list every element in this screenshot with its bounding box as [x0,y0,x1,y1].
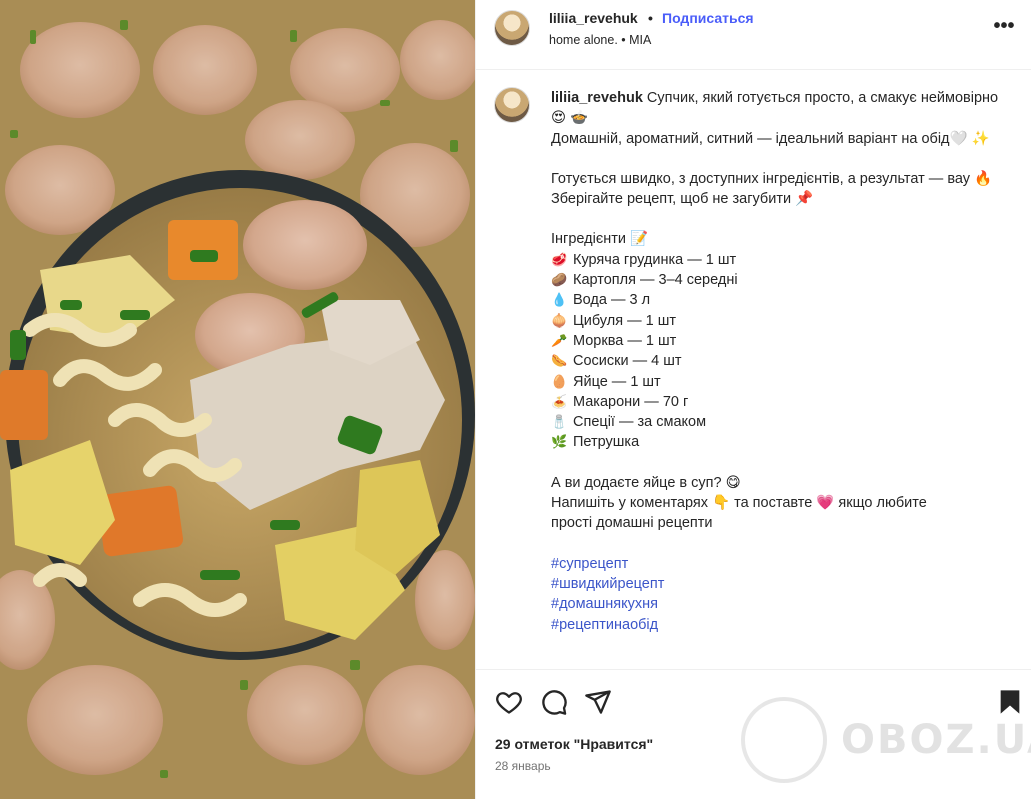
post-photo[interactable] [0,0,475,799]
post-header: liliia_revehuk • Подписаться home alone.… [476,0,1031,70]
ingredient-emoji-icon: 🥚 [551,373,568,389]
audio-info[interactable]: home alone. • MIA [549,33,651,47]
ingredient-emoji-icon: 🌭 [551,353,568,369]
caption-area: liliia_revehuk Супчик, який готується пр… [476,71,1031,669]
hashtag-link[interactable]: #домашнякухня [551,594,1011,614]
caption-cta-line1: Напишіть у коментарях 👇 та поставте 💗 як… [551,495,927,512]
header-separator: • [648,10,653,26]
ingredient-emoji-icon: 🥕 [551,332,568,348]
caption-intro-line2: Домашній, ароматний, ситний — ідеальний … [551,130,990,147]
caption-text: liliia_revehuk Супчик, який готується пр… [551,88,1011,635]
ingredient-item: 🌿 Петрушка [551,432,1011,452]
ingredient-emoji-icon: 🍝 [551,393,568,409]
watermark: OBOZ.UA [741,697,1031,787]
more-options-icon[interactable]: ••• [992,16,1016,40]
ingredient-text: Картопля — 3–4 середні [573,272,738,289]
ingredient-emoji-icon: 💧 [551,292,568,308]
heart-icon[interactable] [495,688,523,716]
caption-username[interactable]: liliia_revehuk [551,90,643,106]
ingredient-text: Макарони — 70 г [573,393,689,410]
hashtag-link[interactable]: #швидкийрецепт [551,574,1011,594]
ingredient-emoji-icon: 🧂 [551,414,568,430]
post-actions: OBOZ.UA 29 отметок "Нравится" 28 январь [476,669,1031,799]
ingredient-text: Вода — 3 л [573,292,651,309]
ingredient-item: 💧 Вода — 3 л [551,290,1011,310]
ingredients-title: Інгредієнти 📝 [551,231,649,248]
ingredient-text: Яйце — 1 шт [573,373,661,390]
hashtag-link[interactable]: #супрецепт [551,554,1011,574]
likes-count[interactable]: 29 отметок "Нравится" [495,736,653,752]
ingredient-emoji-icon: 🌿 [551,434,568,450]
caption-cta-line2: прості домашні рецепти [551,515,713,532]
hashtag-link[interactable]: #рецептинаобід [551,615,1011,635]
ingredient-emoji-icon: 🥔 [551,272,568,288]
ingredient-item: 🧅 Цибуля — 1 шт [551,311,1011,331]
ingredient-item: 🍝 Макарони — 70 г [551,392,1011,412]
comment-icon[interactable] [540,688,568,716]
ingredient-emoji-icon: 🧅 [551,312,568,328]
ingredient-text: Спеції — за смаком [573,414,707,431]
caption-para2-line1: Готується швидко, з доступних інгредієнт… [551,170,993,187]
ingredient-item: 🥔 Картопля — 3–4 середні [551,270,1011,290]
watermark-text: OBOZ.UA [841,717,1031,763]
hashtag-list: #супрецепт #швидкийрецепт #домашнякухня #ре… [551,554,1011,635]
follow-button[interactable]: Подписаться [662,10,754,26]
ingredient-text: Морква — 1 шт [573,332,677,349]
post-panel: liliia_revehuk • Подписаться home alone.… [475,0,1031,799]
ingredient-text: Петрушка [573,434,640,451]
ingredient-item: 🥩 Куряча грудинка — 1 шт [551,250,1011,270]
caption-question: А ви додаєте яйце в суп? 😋 [551,474,741,491]
ingredient-item: 🥕 Морква — 1 шт [551,331,1011,351]
caption-para2-line2: Зберігайте рецепт, щоб не загубити 📌 [551,191,814,208]
ingredient-item: 🧂 Спеції — за смаком [551,412,1011,432]
author-username[interactable]: liliia_revehuk [549,10,638,26]
ingredient-item: 🌭 Сосиски — 4 шт [551,351,1011,371]
post-date[interactable]: 28 январь [495,759,551,773]
ingredients-list: 🥩 Куряча грудинка — 1 шт 🥔 Картопля — 3–4 с… [551,250,1011,453]
ingredient-emoji-icon: 🥩 [551,251,568,267]
soup-image [0,0,475,799]
ingredient-text: Цибуля — 1 шт [573,312,676,329]
share-icon[interactable] [584,688,612,716]
ingredient-item: 🥚 Яйце — 1 шт [551,372,1011,392]
watermark-logo-icon [741,697,827,783]
ingredient-text: Куряча грудинка — 1 шт [573,251,737,268]
author-avatar[interactable] [494,10,530,46]
caption-avatar[interactable] [494,87,530,123]
ingredient-text: Сосиски — 4 шт [573,353,682,370]
